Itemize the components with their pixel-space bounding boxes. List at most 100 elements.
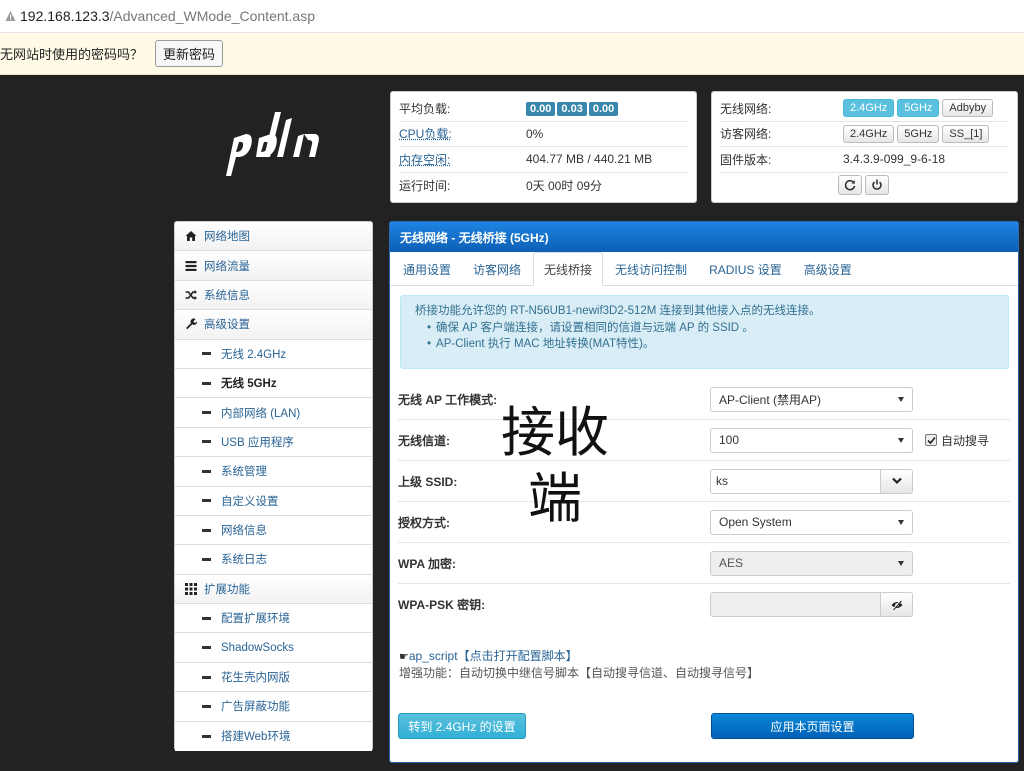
checkbox-checked-icon: [925, 434, 937, 446]
encryption-row: WPA 加密: AES: [398, 543, 1010, 584]
address-bar[interactable]: 192.168.123.3/Advanced_WMode_Content.asp: [0, 0, 1024, 33]
sidebar-item-lan[interactable]: 内部网络 (LAN): [175, 398, 372, 428]
ssid-input[interactable]: ks: [710, 468, 881, 494]
sidebar-item-network-map[interactable]: 网络地图: [175, 222, 372, 252]
guest-row: 访客网络: 2.4GHz 5GHz SS_[1]: [720, 122, 1009, 147]
uptime-row: 运行时间: 0天 00时 09分: [399, 173, 688, 199]
power-controls: [720, 173, 1009, 195]
sidebar-item-advanced[interactable]: 高级设置: [175, 310, 372, 340]
caret-down-icon: [898, 560, 904, 566]
bridge-info-alert: 桥接功能允许您的 RT-N56UB1-newif3D2-512M 连接到其他接入…: [400, 295, 1009, 369]
sidebar-item-label: 网络流量: [204, 260, 250, 273]
memory-link[interactable]: 内存空闲:: [399, 151, 526, 168]
sidebar-item-system-info[interactable]: 系统信息: [175, 280, 372, 311]
uptime-label: 运行时间:: [399, 178, 451, 193]
sidebar-item-label: 扩展功能: [204, 583, 250, 596]
sidebar-item-label: 高级设置: [204, 319, 250, 332]
sidebar-item-traffic[interactable]: 网络流量: [175, 251, 372, 281]
firmware-version-link[interactable]: 3.4.3.9-099_9-6-18: [843, 152, 945, 166]
cpu-row: CPU负载: 0%: [399, 122, 688, 147]
tab-guest[interactable]: 访客网络: [463, 253, 531, 285]
sidebar-item-label: 内部网络 (LAN): [221, 407, 301, 420]
chevron-down-icon: [891, 477, 902, 485]
sidebar-item-shadowsocks[interactable]: ShadowSocks: [175, 633, 372, 663]
wireless-24-button[interactable]: 2.4GHz: [843, 99, 895, 118]
cpu-value: 0%: [526, 126, 544, 141]
cpu-link[interactable]: CPU负载:: [399, 125, 526, 142]
sidebar-item-label: 无线 2.4GHz: [221, 348, 287, 361]
sidebar-item-web-env[interactable]: 搭建Web环境: [175, 721, 372, 752]
sidebar-item-label: USB 应用程序: [221, 436, 294, 449]
apply-button[interactable]: 应用本页面设置: [711, 713, 914, 739]
power-button[interactable]: [864, 174, 889, 195]
sidebar-item-network-info[interactable]: 网络信息: [175, 515, 372, 546]
psk-label: WPA-PSK 密钥:: [398, 598, 486, 612]
tab-general[interactable]: 通用设置: [393, 253, 461, 285]
info-bullet: AP-Client 执行 MAC 地址转换(MAT特性)。: [436, 336, 994, 353]
sidebar-nav: 网络地图 网络流量 系统信息 高级设置 无线 2.4GHz 无线 5GHz 内部…: [174, 221, 373, 752]
tab-bridge[interactable]: 无线桥接: [533, 252, 604, 286]
password-prompt-bar: 无网站时使用的密码吗？ 更新密码: [0, 33, 1024, 75]
caret-down-icon: [898, 519, 904, 525]
mode-select[interactable]: AP-Client (禁用AP): [710, 386, 913, 412]
uptime-value: 0天 00时 09分: [526, 178, 603, 193]
traffic-icon: [185, 260, 197, 272]
sidebar-item-wireless-5[interactable]: 无线 5GHz: [175, 368, 372, 399]
sidebar-item-usb[interactable]: USB 应用程序: [175, 427, 372, 458]
ssid-scan-button[interactable]: [881, 468, 913, 494]
refresh-button[interactable]: [837, 174, 862, 195]
wrench-icon: [185, 318, 197, 330]
encryption-select[interactable]: AES: [710, 550, 913, 576]
toggle-password-button[interactable]: [881, 592, 913, 617]
memory-value: 404.77 MB / 440.21 MB: [526, 152, 653, 167]
eye-slash-icon: [891, 599, 902, 610]
tab-radius[interactable]: RADIUS 设置: [699, 253, 792, 285]
load-row: 平均负载: 0.00 0.03 0.00: [399, 96, 688, 122]
sidebar-item-label: 广告屏蔽功能: [221, 701, 290, 714]
load-1min: 0.00: [526, 101, 556, 116]
home-icon: [185, 230, 197, 242]
sidebar-item-wireless-24[interactable]: 无线 2.4GHz: [175, 339, 372, 369]
power-icon: [871, 179, 882, 190]
guest-5-button[interactable]: 5GHz: [897, 124, 940, 143]
firmware-label: 固件版本:: [720, 152, 772, 167]
sidebar-item-syslog[interactable]: 系统日志: [175, 545, 372, 575]
info-line: 桥接功能允许您的 RT-N56UB1-newif3D2-512M 连接到其他接入…: [415, 305, 821, 317]
encryption-label: WPA 加密:: [398, 556, 456, 571]
sidebar-item-label: 系统信息: [204, 289, 250, 302]
ss-button[interactable]: SS_[1]: [942, 124, 990, 143]
load-5min: 0.03: [557, 101, 587, 116]
sidebar-item-adblock[interactable]: 广告屏蔽功能: [175, 692, 372, 722]
tab-access-control[interactable]: 无线访问控制: [605, 253, 697, 285]
random-icon: [185, 289, 197, 301]
auth-select[interactable]: Open System: [710, 509, 913, 535]
url-host: 192.168.123.3: [20, 8, 110, 24]
wireless-label: 无线网络:: [720, 101, 772, 116]
sidebar-item-ext-env[interactable]: 配置扩展环境: [175, 604, 372, 634]
receiver-annotation: 接收端: [501, 401, 609, 530]
auto-search-checkbox[interactable]: 自动搜寻: [925, 432, 989, 449]
hand-pointer-icon: ☛: [399, 651, 409, 663]
tab-bar: 通用设置 访客网络 无线桥接 无线访问控制 RADIUS 设置 高级设置: [390, 252, 1018, 286]
load-label: 平均负载:: [399, 101, 451, 116]
sidebar-item-system-admin[interactable]: 系统管理: [175, 457, 372, 487]
wireless-5-button[interactable]: 5GHz: [897, 99, 940, 118]
tab-advanced[interactable]: 高级设置: [794, 253, 862, 285]
sidebar-item-custom[interactable]: 自定义设置: [175, 486, 372, 516]
channel-select[interactable]: 100: [710, 427, 913, 453]
url-path: /Advanced_WMode_Content.asp: [109, 8, 315, 24]
psk-input[interactable]: [710, 592, 881, 617]
sidebar-item-extensions[interactable]: 扩展功能: [175, 574, 372, 605]
page-title: 无线网络 - 无线桥接 (5GHz): [390, 222, 1018, 252]
ap-script-link[interactable]: ap_script【点击打开配置脚本】: [409, 649, 578, 663]
sidebar-item-label: ShadowSocks: [221, 641, 294, 654]
adbyby-button[interactable]: Adbyby: [942, 99, 994, 118]
update-password-button[interactable]: 更新密码: [155, 40, 224, 67]
sidebar-item-oray[interactable]: 花生壳内网版: [175, 662, 372, 693]
info-bullet: 确保 AP 客户端连接，请设置相同的信道与远端 AP 的 SSID 。: [436, 320, 994, 337]
guest-label: 访客网络:: [720, 127, 772, 142]
goto-24ghz-button[interactable]: 转到 2.4GHz 的设置: [398, 713, 526, 739]
main-panel: 无线网络 - 无线桥接 (5GHz) 通用设置 访客网络 无线桥接 无线访问控制…: [389, 221, 1019, 763]
guest-24-button[interactable]: 2.4GHz: [843, 124, 895, 143]
not-secure-icon[interactable]: [4, 9, 16, 23]
